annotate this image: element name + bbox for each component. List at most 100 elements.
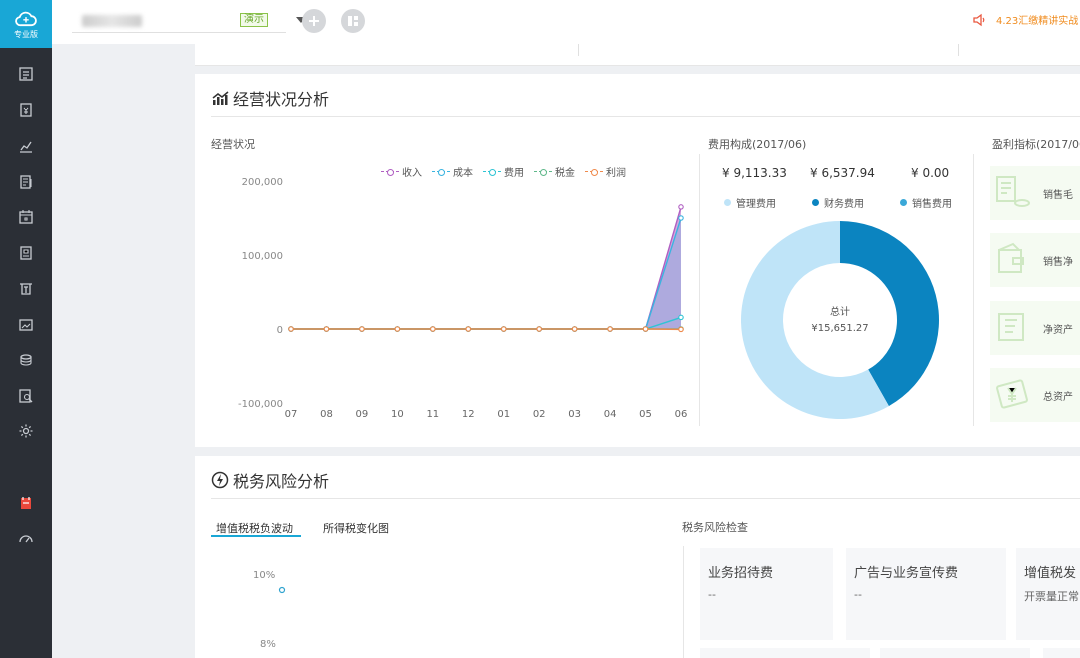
fee-value-finance: ¥ 6,537.94: [810, 166, 875, 180]
x-tick-label: 02: [533, 409, 546, 420]
risk-item-advertising[interactable]: 广告与业务宣传费 --: [846, 548, 1006, 640]
company-selector[interactable]: 演示: [72, 9, 306, 33]
series-point-4: [536, 326, 542, 332]
trend-label: 经营状况: [211, 138, 255, 151]
calendar-nav-icon[interactable]: [16, 207, 36, 227]
x-tick-label: 08: [320, 409, 333, 420]
invoice-nav-icon[interactable]: [16, 100, 36, 120]
ledger-book-icon: [998, 313, 1024, 341]
lightning-icon: [211, 471, 229, 489]
series-line-0: [291, 206, 682, 330]
profit-item-roe[interactable]: 净资产: [990, 301, 1080, 355]
legend-management-fee[interactable]: 管理费用: [724, 195, 812, 210]
donut-center-value: ¥15,651.27: [811, 323, 868, 334]
series-point-2: [678, 314, 684, 321]
company-name-redacted: [82, 15, 142, 27]
report-chart-nav-icon[interactable]: [16, 136, 36, 156]
series-point-4: [465, 326, 472, 332]
series-point-4: [642, 326, 649, 332]
x-tick-label: 07: [285, 409, 298, 420]
edition-label: 专业版: [14, 29, 38, 39]
tab-income-tax-change[interactable]: 所得税变化图: [323, 520, 389, 536]
business-analysis-card: 经营状况分析 经营状况 收入 成本 费用 税金 利润 200,000 100,00…: [195, 74, 1080, 447]
tax-risk-card: 税务风险分析 增值税税负波动 所得税变化图 10% 8% 税务风险检查 业务招待…: [195, 456, 1080, 658]
x-tick-label: 11: [426, 409, 439, 420]
series-point-4: [607, 326, 613, 332]
fee-legend: 管理费用 财务费用 销售费用: [724, 195, 952, 210]
profit-item-net-margin[interactable]: 销售净: [990, 233, 1080, 287]
active-tab-indicator: [211, 535, 301, 537]
series-line-2: [291, 316, 682, 330]
sidebar: 专业版: [0, 0, 52, 658]
series-point-4: [323, 326, 330, 332]
yen-card-icon: [996, 379, 1028, 409]
speedometer-nav-icon[interactable]: [16, 528, 36, 548]
x-tick-label: 03: [568, 409, 581, 420]
series-point-4: [571, 326, 578, 332]
ledger-nav-icon[interactable]: [16, 172, 36, 192]
series-point-4: [430, 326, 436, 332]
series-point-4: [500, 326, 507, 332]
tax-card-title: 税务风险分析: [233, 472, 330, 491]
tax-nav-icon[interactable]: [16, 279, 36, 299]
tax-card-header: 税务风险分析: [211, 468, 329, 492]
document-nav-icon[interactable]: [16, 243, 36, 263]
fee-donut-chart[interactable]: 总计 ¥15,651.27: [740, 220, 940, 420]
risk-check-label: 税务风险检查: [682, 521, 748, 534]
coins-document-icon: [996, 176, 1030, 207]
grid-icon: [348, 16, 358, 26]
top-bar: 演示 4.23汇缴精讲实战: [52, 0, 1080, 44]
x-tick-label: 09: [356, 409, 369, 420]
settings-gear-icon[interactable]: [16, 421, 36, 441]
bar-trend-icon: [212, 91, 229, 105]
x-tick-label: 06: [675, 409, 688, 420]
legend-finance-fee[interactable]: 财务费用: [812, 195, 900, 210]
app-logo[interactable]: 专业版: [0, 0, 52, 48]
dashboard-layout-button[interactable]: [341, 9, 365, 33]
risk-item-entertainment[interactable]: 业务招待费 --: [700, 548, 833, 640]
series-point-4: [359, 326, 365, 332]
series-point-0: [678, 204, 684, 210]
search-doc-nav-icon[interactable]: [16, 386, 36, 406]
announcement[interactable]: 4.23汇缴精讲实战: [972, 12, 1078, 27]
add-button[interactable]: [302, 9, 326, 33]
cloud-logo-icon: [15, 11, 37, 26]
business-card-header: 经营状况分析: [211, 86, 329, 110]
x-tick-label: 12: [462, 409, 475, 420]
voucher-nav-icon[interactable]: [16, 64, 36, 84]
speaker-icon: [973, 13, 985, 26]
series-area-0: [291, 206, 681, 329]
x-tick-label: 01: [497, 409, 510, 420]
image-nav-icon[interactable]: [16, 315, 36, 335]
tab-vat-fluctuation[interactable]: 增值税税负波动: [216, 520, 293, 536]
plus-icon: [309, 16, 319, 26]
y-tick-label: 100,000: [242, 251, 283, 262]
trend-line-chart[interactable]: 200,000 100,000 0 -100,00007 08 09 10 11 12 01 02 0…: [235, 169, 705, 429]
y-tick-label: 0: [277, 325, 283, 336]
series-line-1: [291, 217, 682, 330]
x-tick-label: 05: [639, 409, 652, 420]
legend-sales-fee[interactable]: 销售费用: [900, 195, 952, 210]
red-calendar-nav-icon[interactable]: [16, 493, 36, 513]
series-area-1: [291, 218, 681, 329]
demo-badge: 演示: [240, 13, 268, 27]
x-tick-label: 10: [391, 409, 404, 420]
fee-composition-label: 费用构成(2017/06): [708, 138, 807, 151]
wallet-icon: [998, 242, 1024, 273]
donut-center-label: 总计: [830, 305, 850, 318]
fee-value-management: ¥ 9,113.33: [722, 166, 787, 180]
vat-data-point[interactable]: [278, 586, 286, 594]
x-tick-label: 04: [604, 409, 617, 420]
risk-item-vat-invoice[interactable]: 增值税发 开票量正常: [1016, 548, 1080, 640]
profit-item-gross-margin[interactable]: 销售毛: [990, 166, 1080, 220]
series-point-1: [678, 215, 684, 221]
previous-card-remnant: [195, 44, 1080, 66]
coins-nav-icon[interactable]: [16, 350, 36, 370]
tax-y-tick-10: 10%: [253, 570, 276, 581]
announcement-text: 4.23汇缴精讲实战: [996, 16, 1079, 27]
series-point-4: [394, 326, 401, 332]
business-card-title: 经营状况分析: [233, 90, 330, 109]
profit-item-roa[interactable]: 总资产: [990, 368, 1080, 422]
tax-y-tick-8: 8%: [260, 639, 276, 650]
series-point-4: [678, 326, 684, 333]
